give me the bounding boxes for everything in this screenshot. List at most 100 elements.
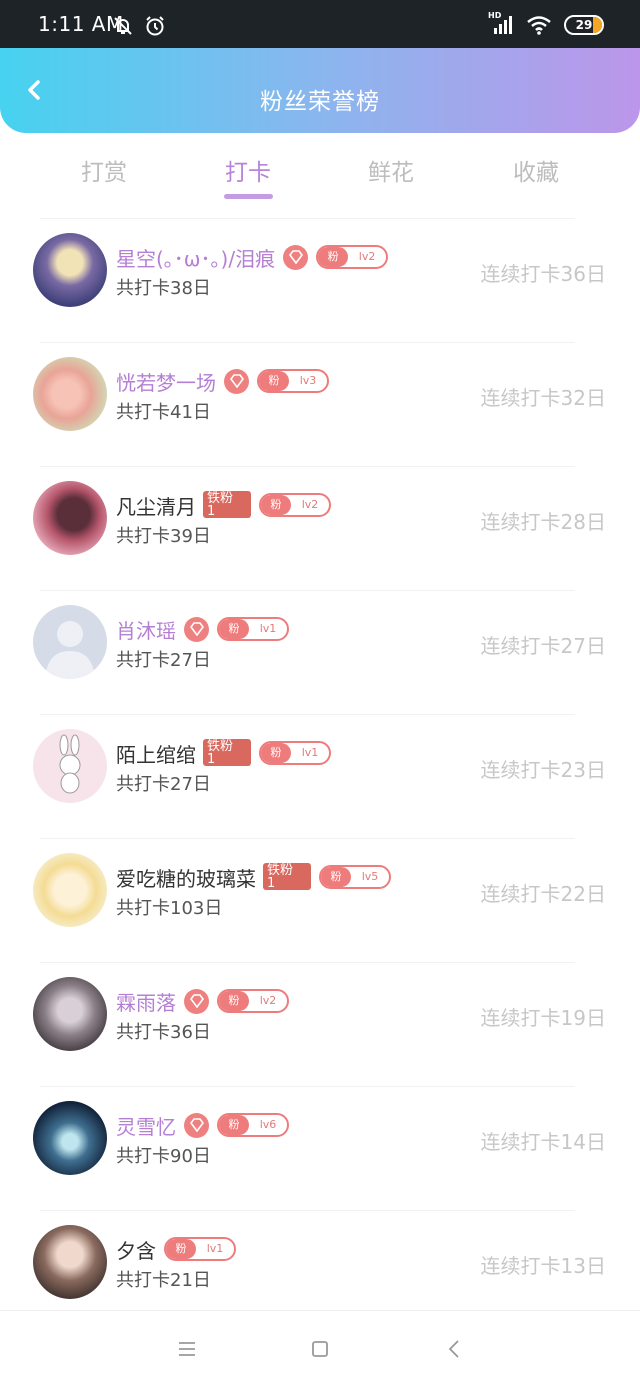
total-checkins: 共打卡27日: [116, 650, 211, 671]
fan-level-badge: 粉 lv2: [259, 493, 331, 517]
level-label: lv1: [301, 746, 319, 759]
fan-name[interactable]: 肖沐瑶: [116, 615, 176, 644]
fan-name[interactable]: 凡尘清月: [116, 491, 196, 520]
menu-icon: [179, 1342, 195, 1356]
fan-label: 粉: [259, 371, 289, 391]
list-item[interactable]: 陌上绾绾 铁粉 1 粉 lv1 共打卡27日 连续打卡23日: [0, 714, 640, 838]
avatar[interactable]: [33, 233, 107, 307]
streak-days: 连续打卡36日: [480, 262, 606, 286]
level-label: lv6: [259, 1118, 277, 1131]
fan-name[interactable]: 灵雪忆: [116, 1111, 176, 1140]
level-label: lv2: [259, 994, 277, 1007]
list-item[interactable]: 恍若梦一场 粉 lv3 共打卡41日 连续打卡32日: [0, 342, 640, 466]
name-line: 凡尘清月 铁粉 1 粉 lv2: [116, 490, 331, 520]
list-item[interactable]: 凡尘清月 铁粉 1 粉 lv2 共打卡39日 连续打卡28日: [0, 466, 640, 590]
name-line: 夕含 粉 lv1: [116, 1234, 236, 1264]
back-triangle-icon: [448, 1340, 459, 1358]
diamond-icon: [224, 368, 249, 394]
name-line: 爱吃糖的玻璃菜 铁粉 1 粉 lv5: [116, 862, 391, 892]
tab-reward[interactable]: 打赏: [44, 153, 164, 187]
streak-days: 连续打卡27日: [480, 634, 606, 658]
list-item[interactable]: 肖沐瑶 粉 lv1 共打卡27日 连续打卡27日: [0, 590, 640, 714]
fan-label: 粉: [166, 1239, 196, 1259]
fan-level-badge: 粉 lv2: [217, 989, 289, 1013]
fan-label: 粉: [219, 991, 249, 1011]
fan-level-badge: 粉 lv3: [257, 369, 329, 393]
battery-icon: 29: [564, 15, 604, 35]
status-bar: 1:11 AM HD 29: [0, 0, 640, 48]
home-square-icon: [312, 1341, 328, 1357]
level-label: lv1: [259, 622, 277, 635]
total-checkins: 共打卡41日: [116, 402, 211, 423]
system-nav-bar: [0, 1310, 640, 1387]
fan-label: 粉: [261, 495, 291, 515]
avatar[interactable]: [33, 357, 107, 431]
back-nav-button[interactable]: [440, 1337, 470, 1361]
fan-name[interactable]: 恍若梦一场: [116, 367, 216, 396]
diamond-icon: [184, 1112, 209, 1138]
avatar[interactable]: [33, 853, 107, 927]
home-button[interactable]: [305, 1337, 335, 1361]
total-checkins: 共打卡103日: [116, 898, 223, 919]
status-time: 1:11 AM: [38, 12, 124, 36]
list-item[interactable]: 爱吃糖的玻璃菜 铁粉 1 粉 lv5 共打卡103日 连续打卡22日: [0, 838, 640, 962]
fan-level-badge: 粉 lv2: [316, 245, 389, 269]
fan-level-badge: 粉 lv1: [217, 617, 289, 641]
streak-days: 连续打卡13日: [480, 1254, 606, 1278]
streak-days: 连续打卡32日: [480, 386, 606, 410]
name-line: 星空(｡･ω･｡)/泪痕 粉 lv2: [116, 242, 389, 272]
level-label: lv1: [206, 1242, 224, 1255]
tab-flowers[interactable]: 鲜花: [331, 153, 451, 187]
fan-name[interactable]: 陌上绾绾: [116, 739, 196, 768]
fan-name[interactable]: 霖雨落: [116, 987, 176, 1016]
header: 粉丝荣誉榜: [0, 48, 640, 133]
fan-level-badge: 粉 lv6: [217, 1113, 289, 1137]
page-title: 粉丝荣誉榜: [260, 89, 380, 115]
streak-days: 连续打卡14日: [480, 1130, 606, 1154]
bell-off-icon: [114, 17, 132, 35]
fan-label: 粉: [261, 743, 291, 763]
list-item[interactable]: 灵雪忆 粉 lv6 共打卡90日 连续打卡14日: [0, 1086, 640, 1210]
name-line: 肖沐瑶 粉 lv1: [116, 614, 289, 644]
name-line: 灵雪忆 粉 lv6: [116, 1110, 289, 1140]
status-left-icons: [112, 15, 166, 37]
avatar[interactable]: [33, 1225, 107, 1299]
fan-name[interactable]: 夕含: [116, 1235, 156, 1264]
avatar[interactable]: [33, 605, 107, 679]
default-avatar-icon: [45, 621, 95, 679]
total-checkins: 共打卡36日: [116, 1022, 211, 1043]
total-checkins: 共打卡27日: [116, 774, 211, 795]
streak-days: 连续打卡22日: [480, 882, 606, 906]
total-checkins: 共打卡39日: [116, 526, 211, 547]
name-line: 陌上绾绾 铁粉 1 粉 lv1: [116, 738, 331, 768]
iron-fan-badge: 铁粉 1: [203, 490, 251, 518]
battery-level: 29: [575, 18, 593, 32]
diamond-icon: [283, 244, 309, 270]
fan-level-badge: 粉 lv5: [319, 865, 391, 889]
total-checkins: 共打卡90日: [116, 1146, 211, 1167]
avatar[interactable]: [33, 729, 107, 803]
list-item[interactable]: 霖雨落 粉 lv2 共打卡36日 连续打卡19日: [0, 962, 640, 1086]
streak-days: 连续打卡28日: [480, 510, 606, 534]
fan-name[interactable]: 爱吃糖的玻璃菜: [116, 863, 256, 892]
fan-label: 粉: [318, 247, 349, 267]
level-label: lv5: [361, 870, 379, 883]
diamond-icon: [184, 616, 209, 642]
fan-label: 粉: [219, 1115, 249, 1135]
menu-button[interactable]: [172, 1337, 202, 1361]
fan-level-badge: 粉 lv1: [259, 741, 331, 765]
level-label: lv2: [358, 250, 376, 263]
tab-checkin[interactable]: 打卡: [188, 153, 308, 187]
avatar[interactable]: [33, 481, 107, 555]
name-line: 霖雨落 粉 lv2: [116, 986, 289, 1016]
iron-fan-badge: 铁粉 1: [203, 738, 251, 766]
name-line: 恍若梦一场 粉 lv3: [116, 366, 329, 396]
tab-favorites[interactable]: 收藏: [476, 153, 596, 187]
list-item[interactable]: 星空(｡･ω･｡)/泪痕 粉 lv2 共打卡38日 连续打卡36日: [0, 218, 640, 342]
avatar[interactable]: [33, 977, 107, 1051]
avatar[interactable]: [33, 1101, 107, 1175]
signal-icon: HD: [488, 11, 514, 36]
fan-name[interactable]: 星空(｡･ω･｡)/泪痕: [116, 243, 275, 272]
diamond-icon: [184, 988, 209, 1014]
streak-days: 连续打卡23日: [480, 758, 606, 782]
